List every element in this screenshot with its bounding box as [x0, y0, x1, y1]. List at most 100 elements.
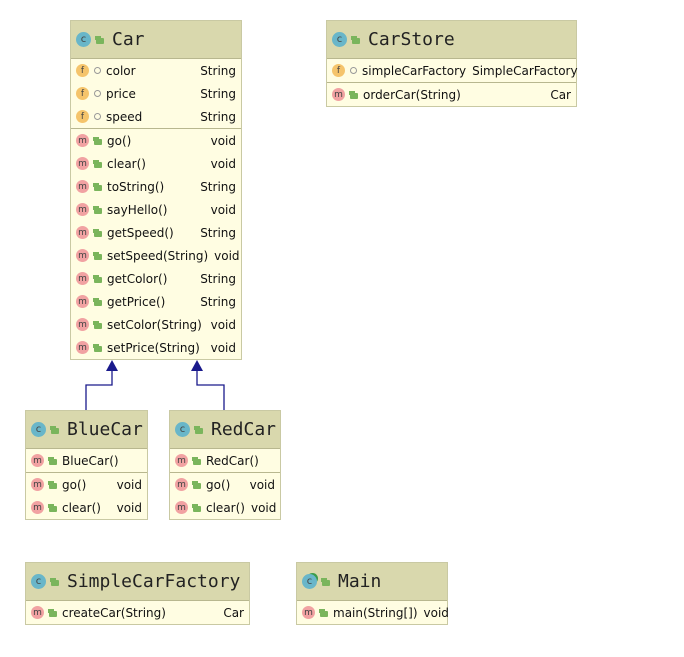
- public-visibility-icon: [51, 580, 59, 586]
- member-type: void: [250, 500, 277, 515]
- method-row[interactable]: m toString() String: [71, 175, 241, 198]
- member-name: setSpeed(String): [107, 248, 209, 263]
- package-visibility-icon: [94, 90, 101, 97]
- class-icon: c: [76, 32, 91, 47]
- members-section: m createCar(String) Car: [26, 601, 249, 624]
- class-name: Main: [338, 571, 382, 592]
- members-section: m RedCar(): [170, 449, 280, 473]
- class-main[interactable]: c Main m main(String[]) void: [296, 562, 449, 625]
- method-icon: m: [76, 272, 89, 285]
- public-visibility-icon: [94, 346, 102, 352]
- member-type: String: [200, 109, 236, 124]
- class-header[interactable]: c BlueCar: [26, 411, 147, 449]
- method-icon: m: [332, 88, 345, 101]
- method-row[interactable]: m setSpeed(String) void: [71, 244, 241, 267]
- member-name: price: [106, 86, 136, 101]
- class-name: CarStore: [368, 29, 455, 50]
- member-type: String: [200, 271, 236, 286]
- member-type: SimpleCarFactory: [472, 63, 578, 78]
- public-visibility-icon: [94, 277, 102, 283]
- method-row[interactable]: m orderCar(String) Car: [327, 83, 576, 106]
- public-visibility-icon: [51, 428, 59, 434]
- method-icon: m: [31, 606, 44, 619]
- class-header[interactable]: c RedCar: [170, 411, 280, 449]
- class-car[interactable]: c Car f color String f price String f speed String…: [70, 20, 242, 360]
- class-carstore[interactable]: c CarStore f simpleCarFactory SimpleCarFacto…: [326, 20, 578, 107]
- method-row[interactable]: m clear() void: [26, 496, 147, 519]
- field-row[interactable]: f speed String: [71, 105, 241, 128]
- member-name: createCar(String): [62, 605, 166, 620]
- method-icon: m: [175, 478, 188, 491]
- method-row[interactable]: m go() void: [170, 473, 280, 496]
- method-row[interactable]: m RedCar(): [170, 449, 280, 472]
- field-row[interactable]: f simpleCarFactory SimpleCarFactory: [327, 59, 578, 82]
- class-header[interactable]: c CarStore: [327, 21, 576, 59]
- field-icon: f: [332, 64, 345, 77]
- field-row[interactable]: f price String: [71, 82, 241, 105]
- class-redcar[interactable]: c RedCar m RedCar() m go() void m clear() void: [169, 410, 281, 520]
- field-icon: f: [76, 64, 89, 77]
- members-section: m go() void m clear() void: [170, 473, 280, 519]
- member-type: Car: [550, 87, 571, 102]
- class-name: BlueCar: [67, 419, 143, 440]
- public-visibility-icon: [94, 208, 102, 214]
- member-type: Car: [223, 605, 244, 620]
- method-row[interactable]: m getColor() String: [71, 267, 241, 290]
- member-type: String: [200, 86, 236, 101]
- package-visibility-icon: [94, 67, 101, 74]
- public-visibility-icon: [94, 231, 102, 237]
- method-row[interactable]: m getSpeed() String: [71, 221, 241, 244]
- member-name: BlueCar(): [62, 453, 119, 468]
- public-visibility-icon: [320, 611, 328, 617]
- member-name: setPrice(String): [107, 340, 200, 355]
- method-icon: m: [76, 295, 89, 308]
- method-row[interactable]: m clear() void: [170, 496, 280, 519]
- method-row[interactable]: m go() void: [71, 129, 241, 152]
- members-section: m go() void m clear() void m toString() String m s…: [71, 129, 241, 359]
- method-icon: m: [302, 606, 315, 619]
- method-row[interactable]: m go() void: [26, 473, 147, 496]
- bluecar-extends-car-line: [85, 370, 113, 410]
- class-icon: c: [31, 422, 46, 437]
- runnable-class-icon: c: [302, 574, 317, 589]
- class-header[interactable]: c Main: [297, 563, 447, 601]
- package-visibility-icon: [94, 113, 101, 120]
- method-row[interactable]: m setPrice(String) void: [71, 336, 241, 359]
- method-icon: m: [175, 454, 188, 467]
- public-visibility-icon: [94, 254, 102, 260]
- public-visibility-icon: [49, 459, 57, 465]
- member-name: go(): [62, 477, 87, 492]
- method-row[interactable]: m BlueCar(): [26, 449, 147, 472]
- field-icon: f: [76, 87, 89, 100]
- method-row[interactable]: m sayHello() void: [71, 198, 241, 221]
- member-type: String: [200, 225, 236, 240]
- member-name: clear(): [206, 500, 245, 515]
- member-type: void: [423, 605, 449, 620]
- class-header[interactable]: c SimpleCarFactory: [26, 563, 249, 601]
- class-header[interactable]: c Car: [71, 21, 241, 59]
- fields-section: f simpleCarFactory SimpleCarFactory: [327, 59, 578, 83]
- method-icon: m: [76, 203, 89, 216]
- method-row[interactable]: m getPrice() String: [71, 290, 241, 313]
- public-visibility-icon: [94, 139, 102, 145]
- member-type: void: [210, 133, 236, 148]
- method-row[interactable]: m clear() void: [71, 152, 241, 175]
- method-row[interactable]: m createCar(String) Car: [26, 601, 249, 624]
- field-row[interactable]: f color String: [71, 59, 241, 82]
- method-icon: m: [31, 454, 44, 467]
- member-type: void: [210, 202, 236, 217]
- method-icon: m: [175, 501, 188, 514]
- method-icon: m: [76, 318, 89, 331]
- method-icon: m: [31, 501, 44, 514]
- class-bluecar[interactable]: c BlueCar m BlueCar() m go() void m clear() void: [25, 410, 148, 520]
- fields-section: f color String f price String f speed String: [71, 59, 241, 129]
- method-row[interactable]: m setColor(String) void: [71, 313, 241, 336]
- class-simplecarfactory[interactable]: c SimpleCarFactory m createCar(String) Car: [25, 562, 250, 625]
- member-name: orderCar(String): [363, 87, 461, 102]
- member-name: go(): [107, 133, 132, 148]
- method-row[interactable]: m main(String[]) void: [297, 601, 449, 624]
- method-icon: m: [76, 226, 89, 239]
- redcar-extends-car-line: [196, 370, 225, 410]
- member-name: getSpeed(): [107, 225, 174, 240]
- method-icon: m: [76, 157, 89, 170]
